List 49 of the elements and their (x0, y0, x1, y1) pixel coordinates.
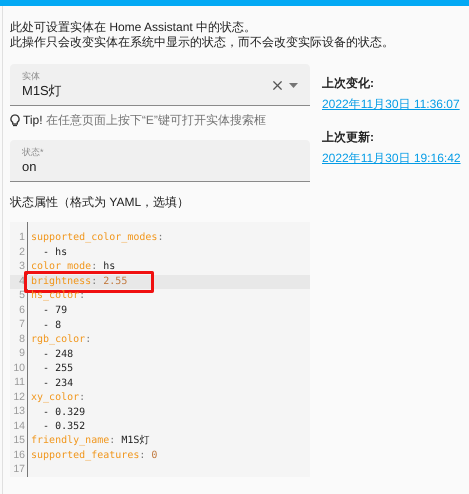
code-line: hs_color: (31, 290, 86, 302)
close-icon[interactable] (270, 78, 285, 93)
info-title: 上次更新: (322, 129, 375, 146)
code-line: - 8 (42, 318, 62, 333)
code-line: rgb_color: (31, 334, 92, 346)
state-field[interactable]: 状态* on (10, 140, 310, 182)
code-line: supported_color_modes: (31, 232, 164, 244)
line-number: 4 (18, 274, 26, 289)
field-label: 状态* (22, 147, 45, 158)
dropdown-caret-icon[interactable] (289, 83, 298, 88)
code-line: supported_features: 0 (31, 450, 158, 462)
description-text: 此操作只会改变实体在系统中显示的状态，而不会改变实际设备的状态。 (10, 35, 395, 50)
line-number: 11 (13, 375, 26, 390)
field-value: M1S灯 (22, 82, 62, 100)
code-line: brightness: 2.55 (31, 276, 128, 288)
info-title: 上次变化: (322, 75, 375, 92)
line-number: 12 (12, 390, 26, 405)
line-number: 17 (12, 462, 26, 478)
line-number: 16 (12, 448, 26, 463)
field-value: on (22, 158, 36, 176)
line-number: 1 (18, 230, 26, 246)
code-line: friendly_name: M1S灯 (31, 435, 150, 448)
line-number: 3 (18, 259, 26, 274)
line-number: 9 (18, 346, 26, 362)
code-line: - 248 (42, 348, 74, 362)
field-label: 实体 (22, 71, 41, 82)
code-line: - 0.329 (42, 406, 86, 420)
tip-text: Tip! 在任意页面上按下“E”键可打开实体搜索框 (23, 112, 266, 129)
line-number: 6 (18, 302, 26, 318)
line-number: 13 (12, 404, 26, 420)
yaml-editor[interactable] (10, 222, 310, 477)
line-number: 14 (12, 418, 26, 434)
code-line: - 255 (42, 362, 74, 376)
line-number: 8 (18, 332, 26, 347)
code-line: - 79 (42, 304, 68, 318)
entity-picker[interactable]: 实体 M1S灯 (10, 64, 310, 106)
code-line: - 0.352 (42, 420, 86, 434)
line-number: 2 (18, 244, 26, 260)
description-text: 此处可设置实体在 Home Assistant 中的状态。 (10, 20, 258, 35)
lightbulb-icon (10, 114, 20, 126)
attributes-label: 状态属性（格式为 YAML，选填） (10, 194, 190, 211)
code-line: xy_color: (31, 392, 86, 404)
line-number: 10 (12, 360, 26, 376)
line-number: 5 (18, 288, 26, 304)
line-number: 15 (12, 433, 26, 448)
line-number: 7 (18, 317, 26, 332)
code-line: - 234 (42, 376, 74, 391)
code-line: - hs (42, 246, 68, 260)
code-line: color mode: hs (31, 261, 116, 274)
